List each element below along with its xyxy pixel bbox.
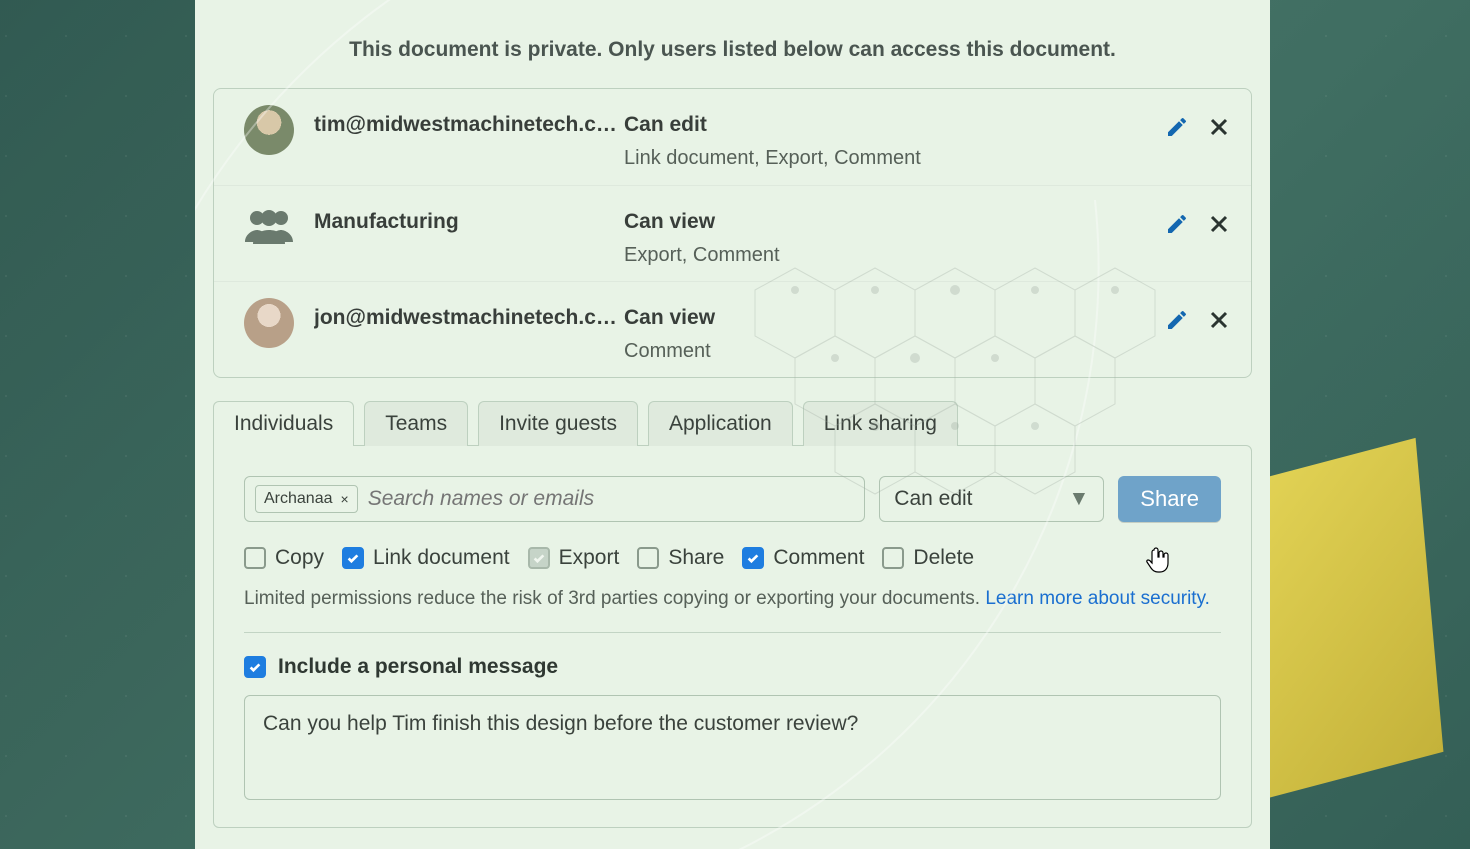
edit-icon[interactable] [1165, 308, 1189, 332]
include-message-label: Include a personal message [278, 655, 558, 679]
perm-link-document[interactable]: Link document [342, 546, 510, 570]
user-permission: Can view [624, 210, 1131, 234]
perm-label: Export [559, 546, 620, 570]
remove-icon[interactable] [1207, 115, 1231, 139]
checkbox-icon [637, 547, 659, 569]
user-permission: Can edit [624, 113, 1131, 137]
tab-link-sharing[interactable]: Link sharing [803, 401, 958, 446]
edit-icon[interactable] [1165, 115, 1189, 139]
user-email: jon@midwestmachinetech.co… [314, 296, 624, 330]
tab-body-individuals: Archanaa × Can edit ▼ Share Copy Link do… [213, 445, 1252, 828]
perm-label: Share [668, 546, 724, 570]
user-permission-details: Comment [624, 340, 1131, 363]
user-permission: Can view [624, 306, 1131, 330]
tab-invite-guests[interactable]: Invite guests [478, 401, 638, 446]
permission-checkboxes: Copy Link document Export Share [244, 546, 1221, 570]
user-email: tim@midwestmachinetech.co… [314, 103, 624, 137]
chip-remove-icon[interactable]: × [341, 491, 349, 507]
recipient-chip-label: Archanaa [264, 490, 333, 508]
user-row: Manufacturing Can view Export, Comment [214, 185, 1251, 281]
user-row: tim@midwestmachinetech.co… Can edit Link… [214, 89, 1251, 185]
edit-icon[interactable] [1165, 212, 1189, 236]
cursor-hand-icon [1145, 546, 1169, 574]
perm-delete[interactable]: Delete [882, 546, 974, 570]
role-select[interactable]: Can edit ▼ [879, 476, 1104, 522]
privacy-header: This document is private. Only users lis… [213, 38, 1252, 62]
recipient-chip: Archanaa × [255, 485, 358, 513]
group-icon [243, 206, 295, 246]
hint-text: Limited permissions reduce the risk of 3… [244, 588, 985, 609]
learn-more-link[interactable]: Learn more about security. [985, 588, 1210, 609]
divider [244, 632, 1221, 633]
perm-export: Export [528, 546, 620, 570]
share-tabs: Individuals Teams Invite guests Applicat… [213, 400, 1252, 445]
permissions-hint: Limited permissions reduce the risk of 3… [244, 588, 1221, 610]
include-message-checkbox[interactable] [244, 656, 266, 678]
perm-label: Comment [773, 546, 864, 570]
checkbox-icon [528, 547, 550, 569]
checkbox-icon [882, 547, 904, 569]
recipient-search-input[interactable] [368, 487, 855, 511]
recipient-input-wrapper[interactable]: Archanaa × [244, 476, 865, 522]
tab-application[interactable]: Application [648, 401, 793, 446]
perm-label: Link document [373, 546, 510, 570]
avatar [244, 105, 294, 155]
checkbox-icon [244, 547, 266, 569]
role-select-value: Can edit [894, 487, 972, 511]
tab-individuals[interactable]: Individuals [213, 401, 354, 446]
perm-comment[interactable]: Comment [742, 546, 864, 570]
perm-label: Delete [913, 546, 974, 570]
share-button[interactable]: Share [1118, 476, 1221, 522]
avatar [244, 298, 294, 348]
perm-share[interactable]: Share [637, 546, 724, 570]
tab-teams[interactable]: Teams [364, 401, 468, 446]
perm-label: Copy [275, 546, 324, 570]
checkbox-icon [342, 547, 364, 569]
user-email: Manufacturing [314, 200, 624, 234]
user-permission-details: Link document, Export, Comment [624, 147, 1131, 170]
personal-message-input[interactable] [244, 695, 1221, 800]
user-permission-details: Export, Comment [624, 244, 1131, 267]
share-panel: This document is private. Only users lis… [195, 0, 1270, 849]
checkbox-icon [742, 547, 764, 569]
user-row: jon@midwestmachinetech.co… Can view Comm… [214, 281, 1251, 377]
remove-icon[interactable] [1207, 308, 1231, 332]
user-list: tim@midwestmachinetech.co… Can edit Link… [213, 88, 1252, 378]
perm-copy[interactable]: Copy [244, 546, 324, 570]
chevron-down-icon: ▼ [1068, 487, 1089, 511]
remove-icon[interactable] [1207, 212, 1231, 236]
